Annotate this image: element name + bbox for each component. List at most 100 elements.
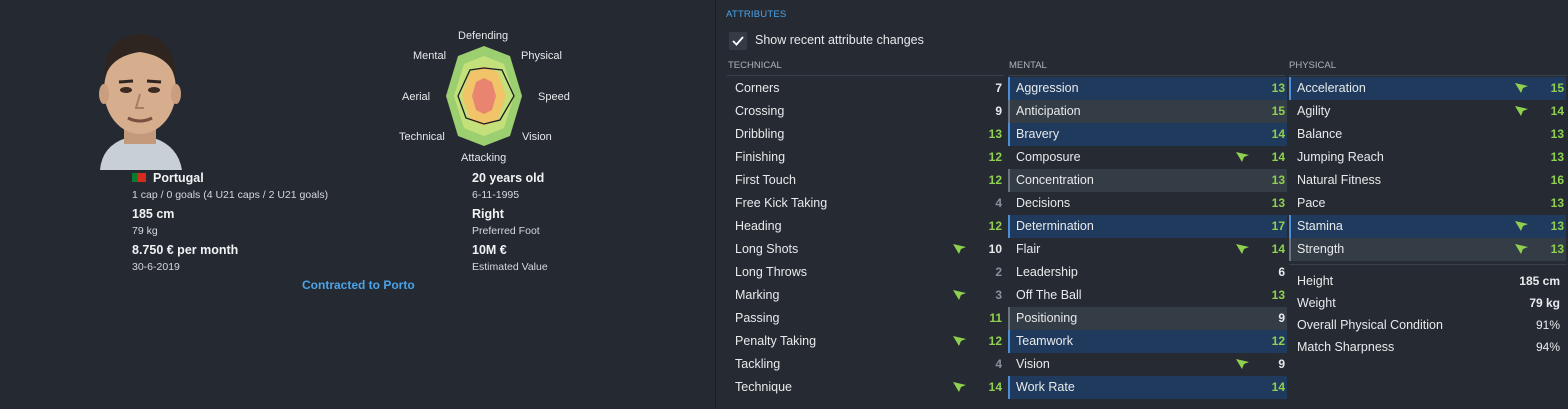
contracted-to-link[interactable]: Contracted to Porto bbox=[302, 278, 415, 292]
attribute-name: Leadership bbox=[1016, 265, 1078, 279]
attribute-name: Technique bbox=[735, 380, 792, 394]
technical-header-rule bbox=[727, 75, 1004, 76]
attribute-value: 15 bbox=[1550, 81, 1564, 95]
technical-attribute-row[interactable]: Long Throws 2 bbox=[727, 261, 1004, 284]
attribute-name: Stamina bbox=[1297, 219, 1343, 233]
attribute-value: 13 bbox=[1550, 196, 1564, 210]
attribute-name: Balance bbox=[1297, 127, 1343, 141]
weight-value: 79 kg bbox=[132, 225, 158, 237]
technical-attribute-row[interactable]: Long Shots 10 bbox=[727, 238, 1004, 261]
physical-stat-label: Match Sharpness bbox=[1297, 340, 1395, 354]
attribute-name: Strength bbox=[1297, 242, 1345, 256]
technical-attribute-row[interactable]: Marking 3 bbox=[727, 284, 1004, 307]
attribute-value: 13 bbox=[1550, 150, 1564, 164]
physical-stat-value: 185 cm bbox=[1519, 274, 1560, 288]
physical-attribute-row[interactable]: Balance 13 bbox=[1289, 123, 1566, 146]
attribute-value: 2 bbox=[995, 265, 1002, 279]
attribute-value: 12 bbox=[1271, 334, 1285, 348]
attribute-name: Marking bbox=[735, 288, 780, 302]
mental-attribute-row[interactable]: Positioning 9 bbox=[1008, 307, 1287, 330]
attribute-name: Anticipation bbox=[1016, 104, 1081, 118]
attribute-name: Passing bbox=[735, 311, 780, 325]
technical-attribute-row[interactable]: Tackling 4 bbox=[727, 353, 1004, 376]
mental-attribute-row[interactable]: Anticipation 15 bbox=[1008, 100, 1287, 123]
attribute-value: 13 bbox=[1271, 196, 1285, 210]
attribute-name: Determination bbox=[1016, 219, 1094, 233]
technical-attribute-row[interactable]: Free Kick Taking 4 bbox=[727, 192, 1004, 215]
attribute-value: 9 bbox=[1278, 357, 1285, 371]
attribute-name: Tackling bbox=[735, 357, 781, 371]
physical-attribute-row[interactable]: Pace 13 bbox=[1289, 192, 1566, 215]
attribute-value: 12 bbox=[988, 219, 1002, 233]
technical-attribute-row[interactable]: Penalty Taking 12 bbox=[727, 330, 1004, 353]
attribute-name: Crossing bbox=[735, 104, 785, 118]
physical-header: PHYSICAL bbox=[1289, 60, 1336, 71]
attribute-value: 13 bbox=[1271, 173, 1285, 187]
physical-attribute-row[interactable]: Strength 13 bbox=[1289, 238, 1566, 261]
physical-attribute-row[interactable]: Stamina 13 bbox=[1289, 215, 1566, 238]
show-changes-label[interactable]: Show recent attribute changes bbox=[755, 33, 924, 47]
mental-attribute-row[interactable]: Flair 14 bbox=[1008, 238, 1287, 261]
improvement-arrow-icon bbox=[1236, 244, 1249, 254]
mental-attribute-row[interactable]: Determination 17 bbox=[1008, 215, 1287, 238]
attribute-value: 6 bbox=[1278, 265, 1285, 279]
attribute-value: 16 bbox=[1550, 173, 1564, 187]
mental-attributes-list: Aggression 13 Anticipation 15 Bravery 14 Compo… bbox=[1008, 77, 1287, 399]
portugal-flag-icon bbox=[132, 173, 146, 183]
attribute-value: 14 bbox=[1550, 104, 1564, 118]
attribute-value: 4 bbox=[995, 196, 1002, 210]
mental-attribute-row[interactable]: Vision 9 bbox=[1008, 353, 1287, 376]
physical-stat-value: 94% bbox=[1535, 340, 1560, 354]
player-portrait bbox=[99, 34, 182, 170]
mental-attribute-row[interactable]: Concentration 13 bbox=[1008, 169, 1287, 192]
estimated-value-label: Estimated Value bbox=[472, 261, 548, 273]
improvement-arrow-icon bbox=[953, 336, 966, 346]
mental-attribute-row[interactable]: Work Rate 14 bbox=[1008, 376, 1287, 399]
attribute-value: 15 bbox=[1271, 104, 1285, 118]
technical-attribute-row[interactable]: Passing 11 bbox=[727, 307, 1004, 330]
mental-attribute-row[interactable]: Off The Ball 13 bbox=[1008, 284, 1287, 307]
physical-attribute-row[interactable]: Jumping Reach 13 bbox=[1289, 146, 1566, 169]
radar-label-vision: Vision bbox=[522, 131, 552, 143]
improvement-arrow-icon bbox=[1515, 106, 1528, 116]
date-of-birth: 6-11-1995 bbox=[472, 189, 520, 201]
mental-attribute-row[interactable]: Leadership 6 bbox=[1008, 261, 1287, 284]
attribute-value: 14 bbox=[1271, 380, 1285, 394]
mental-attribute-row[interactable]: Composure 14 bbox=[1008, 146, 1287, 169]
radar-label-speed: Speed bbox=[538, 91, 570, 103]
nationality[interactable]: Portugal bbox=[132, 171, 204, 185]
attribute-value: 12 bbox=[988, 334, 1002, 348]
show-changes-checkbox[interactable] bbox=[729, 32, 747, 50]
mental-attribute-row[interactable]: Decisions 13 bbox=[1008, 192, 1287, 215]
technical-attribute-row[interactable]: Corners 7 bbox=[727, 77, 1004, 100]
attribute-value: 17 bbox=[1271, 219, 1285, 233]
technical-attribute-row[interactable]: Heading 12 bbox=[727, 215, 1004, 238]
physical-stats-divider bbox=[1289, 264, 1567, 265]
technical-attribute-row[interactable]: Crossing 9 bbox=[727, 100, 1004, 123]
improvement-arrow-icon bbox=[953, 290, 966, 300]
improvement-arrow-icon bbox=[1236, 359, 1249, 369]
attribute-value: 14 bbox=[1271, 242, 1285, 256]
attribute-name: Pace bbox=[1297, 196, 1326, 210]
checkmark-icon bbox=[732, 36, 744, 46]
technical-attribute-row[interactable]: Technique 14 bbox=[727, 376, 1004, 399]
physical-attribute-row[interactable]: Natural Fitness 16 bbox=[1289, 169, 1566, 192]
attribute-name: Agility bbox=[1297, 104, 1331, 118]
technical-attribute-row[interactable]: Finishing 12 bbox=[727, 146, 1004, 169]
attribute-value: 14 bbox=[988, 380, 1002, 394]
attribute-name: Natural Fitness bbox=[1297, 173, 1382, 187]
mental-attribute-row[interactable]: Aggression 13 bbox=[1008, 77, 1287, 100]
mental-attribute-row[interactable]: Bravery 14 bbox=[1008, 123, 1287, 146]
technical-attribute-row[interactable]: Dribbling 13 bbox=[727, 123, 1004, 146]
radar-label-physical: Physical bbox=[521, 50, 562, 62]
mental-attribute-row[interactable]: Teamwork 12 bbox=[1008, 330, 1287, 353]
attributes-title: ATTRIBUTES bbox=[726, 9, 787, 20]
mental-header: MENTAL bbox=[1009, 60, 1047, 71]
attribute-name: Off The Ball bbox=[1016, 288, 1082, 302]
physical-attribute-row[interactable]: Agility 14 bbox=[1289, 100, 1566, 123]
improvement-arrow-icon bbox=[1515, 221, 1528, 231]
attribute-name: Acceleration bbox=[1297, 81, 1366, 95]
physical-stat-label: Height bbox=[1297, 274, 1334, 288]
physical-attribute-row[interactable]: Acceleration 15 bbox=[1289, 77, 1566, 100]
technical-attribute-row[interactable]: First Touch 12 bbox=[727, 169, 1004, 192]
